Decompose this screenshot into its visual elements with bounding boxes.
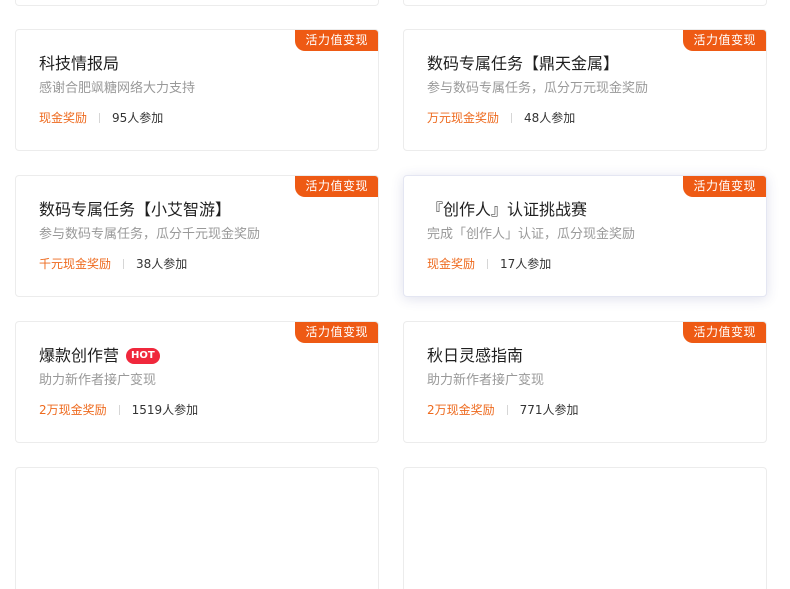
task-meta: 现金奖励 17人参加 [427,255,551,273]
participant-count: 1519人参加 [131,403,199,417]
task-description: 助力新作者接广变现 [39,373,157,388]
divider [511,113,513,123]
task-reward: 万元现金奖励 [427,111,500,125]
task-title: 爆款创作营 HOT [39,345,160,367]
task-tag-badge: 活力值变现 [295,30,378,51]
task-title: 秋日灵感指南 [427,346,524,365]
task-title: 数码专属任务【小艾智游】 [39,200,232,219]
task-reward: 现金奖励 [427,257,476,271]
task-card-partial-bottom-left[interactable] [15,467,379,589]
task-reward: 现金奖励 [39,111,88,125]
hot-badge: HOT [126,348,160,364]
task-card-partial-top-right[interactable] [403,0,767,6]
divider [118,405,120,415]
task-description: 助力新作者接广变现 [427,373,545,388]
participant-count: 17人参加 [500,257,552,271]
task-description: 参与数码专属任务，瓜分千元现金奖励 [39,227,261,242]
task-meta: 千元现金奖励 38人参加 [39,255,187,273]
task-title: 『创作人』认证挑战赛 [427,200,588,219]
task-card-partial-top-left[interactable] [15,0,379,6]
task-meta: 万元现金奖励 48人参加 [427,109,575,127]
divider [99,113,101,123]
participant-count: 95人参加 [112,111,164,125]
task-tag-badge: 活力值变现 [295,322,378,343]
task-meta: 2万现金奖励 771人参加 [427,401,579,419]
divider [506,405,508,415]
task-meta: 2万现金奖励 1519人参加 [39,401,198,419]
task-card[interactable]: 活力值变现 数码专属任务【鼎天金属】 参与数码专属任务，瓜分万元现金奖励 万元现… [403,29,767,151]
participant-count: 38人参加 [136,257,188,271]
task-tag-badge: 活力值变现 [683,176,766,197]
task-tag-badge: 活力值变现 [683,322,766,343]
task-card[interactable]: 活力值变现 秋日灵感指南 助力新作者接广变现 2万现金奖励 771人参加 [403,321,767,443]
task-card[interactable]: 活力值变现 『创作人』认证挑战赛 完成「创作人」认证，瓜分现金奖励 现金奖励 1… [403,175,767,297]
task-card[interactable]: 活力值变现 数码专属任务【小艾智游】 参与数码专属任务，瓜分千元现金奖励 千元现… [15,175,379,297]
task-reward: 2万现金奖励 [39,403,107,417]
divider [123,259,125,269]
task-title: 数码专属任务【鼎天金属】 [427,54,620,73]
task-card-partial-bottom-right[interactable] [403,467,767,589]
task-description: 完成「创作人」认证，瓜分现金奖励 [427,227,636,242]
divider [487,259,489,269]
task-reward: 千元现金奖励 [39,257,112,271]
task-title: 科技情报局 [39,54,120,73]
participant-count: 48人参加 [524,111,576,125]
task-meta: 现金奖励 95人参加 [39,109,163,127]
task-description: 参与数码专属任务，瓜分万元现金奖励 [427,81,649,96]
task-description: 感谢合肥飒糖网络大力支持 [39,81,196,96]
task-card[interactable]: 活力值变现 科技情报局 感谢合肥飒糖网络大力支持 现金奖励 95人参加 [15,29,379,151]
task-card[interactable]: 活力值变现 爆款创作营 HOT 助力新作者接广变现 2万现金奖励 1519人参加 [15,321,379,443]
task-tag-badge: 活力值变现 [683,30,766,51]
task-tag-badge: 活力值变现 [295,176,378,197]
task-reward: 2万现金奖励 [427,403,495,417]
participant-count: 771人参加 [519,403,579,417]
